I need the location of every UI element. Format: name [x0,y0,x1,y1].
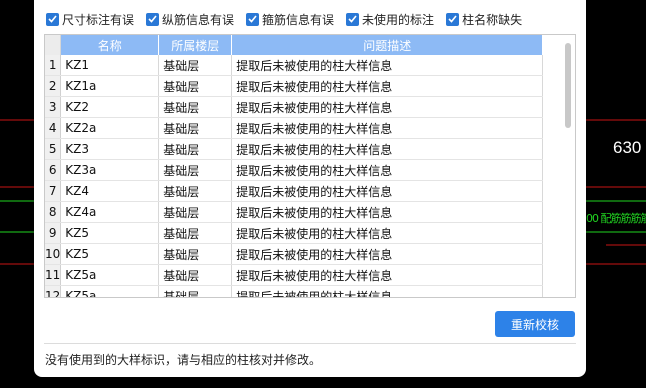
row-number: 4 [45,117,62,139]
cell-name: KZ4a [60,201,160,223]
filter-missing-column-name[interactable]: 柱名称缺失 [446,11,522,28]
cell-floor: 基础层 [158,180,233,202]
table-corner-cell [45,35,62,55]
divider [44,343,576,344]
cell-description: 提取后未被使用的柱大样信息 [231,264,544,286]
cell-name: KZ5a [60,264,160,286]
cell-floor: 基础层 [158,201,233,223]
cell-floor: 基础层 [158,159,233,181]
cell-description: 提取后未被使用的柱大样信息 [231,75,544,97]
row-number: 10 [45,243,62,265]
checkbox-checked-icon[interactable] [246,12,260,26]
cell-floor: 基础层 [158,264,233,286]
filter-label: 柱名称缺失 [462,12,523,27]
table-row[interactable]: 5 KZ3 基础层 提取后未被使用的柱大样信息 [45,138,544,160]
cell-floor: 基础层 [158,55,233,76]
column-header-name[interactable]: 名称 [60,35,160,55]
checkbox-checked-icon[interactable] [346,12,360,26]
row-number: 2 [45,75,62,97]
row-number: 5 [45,138,62,160]
recheck-button[interactable]: 重新校核 [495,311,575,337]
filter-label: 纵筋信息有误 [162,12,235,27]
checkbox-checked-icon[interactable] [146,12,160,26]
cell-description: 提取后未被使用的柱大样信息 [231,222,544,244]
table-row[interactable]: 7 KZ4 基础层 提取后未被使用的柱大样信息 [45,180,544,202]
checkbox-checked-icon[interactable] [46,12,59,26]
filter-label: 未使用的标注 [362,12,435,27]
issues-table: 名称 所属楼层 问题描述 1 KZ1 基础层 提取后未被使用的柱大样信息 2 KZ1a 基… [45,35,544,297]
table-row[interactable]: 1 KZ1 基础层 提取后未被使用的柱大样信息 [45,55,544,76]
cell-name: KZ1 [60,55,160,76]
cell-floor: 基础层 [158,243,233,265]
filter-label: 尺寸标注有误 [62,12,135,27]
checkbox-checked-icon[interactable] [446,12,460,26]
issues-table-container[interactable]: 名称 所属楼层 问题描述 1 KZ1 基础层 提取后未被使用的柱大样信息 2 KZ1a 基… [44,34,576,298]
table-row[interactable]: 9 KZ5 基础层 提取后未被使用的柱大样信息 [45,222,544,244]
cell-description: 提取后未被使用的柱大样信息 [231,180,544,202]
filter-bar: 尺寸标注有误 纵筋信息有误 箍筋信息有误 未使用的标注 柱名称缺失 [46,10,534,28]
row-number: 11 [45,264,62,286]
cell-name: KZ3 [60,138,160,160]
filter-longitudinal-rebar-error[interactable]: 纵筋信息有误 [146,11,234,28]
filter-stirrup-error[interactable]: 箍筋信息有误 [246,11,334,28]
cell-name: KZ5 [60,243,160,265]
table-row[interactable]: 11 KZ5a 基础层 提取后未被使用的柱大样信息 [45,264,544,286]
row-number: 12 [45,285,62,297]
cell-floor: 基础层 [158,96,233,118]
vertical-scrollbar[interactable] [565,43,571,128]
filter-unused-annotation[interactable]: 未使用的标注 [346,11,434,28]
column-header-floor[interactable]: 所属楼层 [158,35,233,55]
table-row[interactable]: 12 KZ5a 基础层 提取后未被使用的柱大样信息 [45,285,544,297]
cell-description: 提取后未被使用的柱大样信息 [231,117,544,139]
row-number: 7 [45,180,62,202]
cell-description: 提取后未被使用的柱大样信息 [231,243,544,265]
cell-name: KZ2a [60,117,160,139]
cell-floor: 基础层 [158,285,233,297]
cell-description: 提取后未被使用的柱大样信息 [231,55,544,76]
table-header-row: 名称 所属楼层 问题描述 [45,35,544,55]
column-header-description[interactable]: 问题描述 [231,35,544,55]
cell-description: 提取后未被使用的柱大样信息 [231,285,544,297]
check-dialog: 尺寸标注有误 纵筋信息有误 箍筋信息有误 未使用的标注 柱名称缺失 名称 所属楼… [34,0,586,377]
row-number: 9 [45,222,62,244]
row-number: 1 [45,55,62,76]
cad-dimension-text: 630 [613,138,642,157]
cell-floor: 基础层 [158,117,233,139]
cell-name: KZ1a [60,75,160,97]
cell-description: 提取后未被使用的柱大样信息 [231,138,544,160]
cell-name: KZ5a [60,285,160,297]
row-number: 8 [45,201,62,223]
row-number: 6 [45,159,62,181]
cell-name: KZ5 [60,222,160,244]
cell-description: 提取后未被使用的柱大样信息 [231,201,544,223]
table-row[interactable]: 10 KZ5 基础层 提取后未被使用的柱大样信息 [45,243,544,265]
table-row[interactable]: 6 KZ3a 基础层 提取后未被使用的柱大样信息 [45,159,544,181]
cell-floor: 基础层 [158,222,233,244]
filter-dimension-error[interactable]: 尺寸标注有误 [46,11,134,28]
table-row[interactable]: 4 KZ2a 基础层 提取后未被使用的柱大样信息 [45,117,544,139]
status-message: 没有使用到的大样标识，请与相应的柱核对并修改。 [45,353,322,367]
filter-label: 箍筋信息有误 [262,12,335,27]
cad-annotation-text: 00 配筋筋筋筋C[ [586,212,646,225]
table-row[interactable]: 8 KZ4a 基础层 提取后未被使用的柱大样信息 [45,201,544,223]
cell-name: KZ3a [60,159,160,181]
cell-floor: 基础层 [158,75,233,97]
cell-name: KZ4 [60,180,160,202]
cell-description: 提取后未被使用的柱大样信息 [231,96,544,118]
table-row[interactable]: 3 KZ2 基础层 提取后未被使用的柱大样信息 [45,96,544,118]
cell-floor: 基础层 [158,138,233,160]
table-row[interactable]: 2 KZ1a 基础层 提取后未被使用的柱大样信息 [45,75,544,97]
cell-description: 提取后未被使用的柱大样信息 [231,159,544,181]
cell-name: KZ2 [60,96,160,118]
row-number: 3 [45,96,62,118]
